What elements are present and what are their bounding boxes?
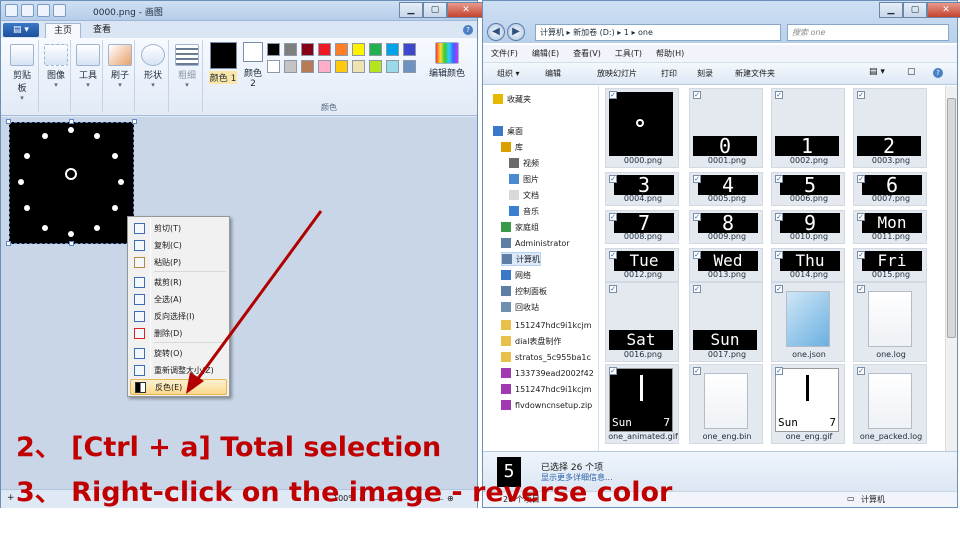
checkbox[interactable]: ✓ — [609, 91, 617, 99]
checkbox[interactable]: ✓ — [857, 251, 865, 259]
checkbox[interactable]: ✓ — [775, 213, 783, 221]
checkbox[interactable]: ✓ — [775, 91, 783, 99]
checkbox[interactable]: ✓ — [857, 213, 865, 221]
checkbox[interactable]: ✓ — [609, 285, 617, 293]
checkbox[interactable]: ✓ — [693, 175, 701, 183]
checkbox[interactable]: ✓ — [693, 213, 701, 221]
checkbox[interactable]: ✓ — [775, 367, 783, 375]
annotation-step2: 2、 [Ctrl + a] Total selection — [16, 432, 442, 463]
checkbox[interactable]: ✓ — [857, 367, 865, 375]
checkbox[interactable]: ✓ — [857, 91, 865, 99]
checkbox[interactable]: ✓ — [775, 251, 783, 259]
checkbox[interactable]: ✓ — [693, 367, 701, 375]
checkbox[interactable]: ✓ — [609, 251, 617, 259]
annotation-step3: 3、 Right-click on the image - reverse co… — [16, 477, 673, 508]
checkbox[interactable]: ✓ — [857, 285, 865, 293]
checkbox[interactable]: ✓ — [609, 367, 617, 375]
checkbox[interactable]: ✓ — [775, 175, 783, 183]
arrow-shaft — [192, 210, 323, 385]
checkbox[interactable]: ✓ — [693, 91, 701, 99]
checkbox[interactable]: ✓ — [857, 175, 865, 183]
checkbox[interactable]: ✓ — [609, 213, 617, 221]
screenshot-stage: 0000.png - 画图 ▁ ▢ ✕ ▤ ▾ 主页 查看 ? 剪贴板 ▾ 图像… — [0, 0, 960, 540]
checkbox[interactable]: ✓ — [775, 285, 783, 293]
checkbox[interactable]: ✓ — [609, 175, 617, 183]
checkbox[interactable]: ✓ — [693, 251, 701, 259]
checkbox[interactable]: ✓ — [693, 285, 701, 293]
